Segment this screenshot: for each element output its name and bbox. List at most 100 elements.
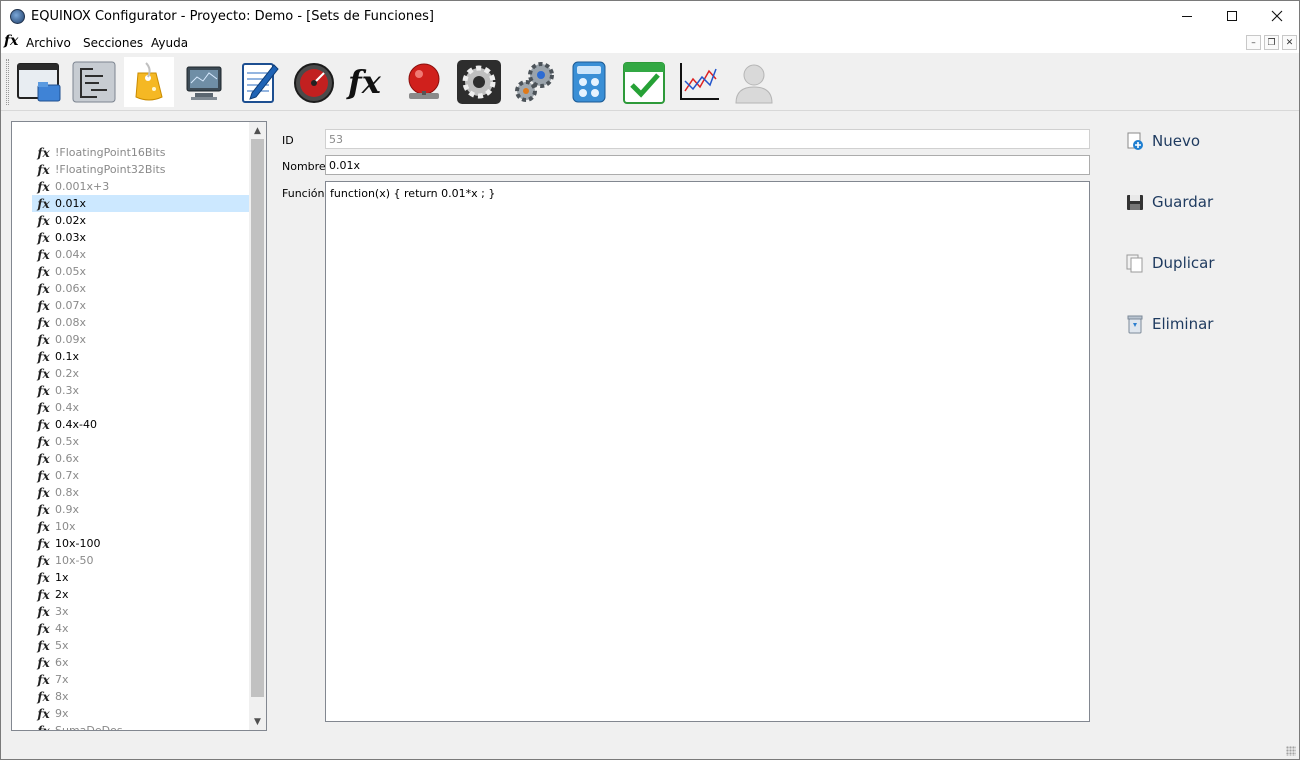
list-item-label: 10x-100: [55, 537, 101, 550]
minimize-button[interactable]: [1164, 1, 1210, 31]
list-item[interactable]: fx 0.8x: [32, 484, 249, 501]
list-item[interactable]: fx 0.08x: [32, 314, 249, 331]
list-item[interactable]: fx 0.02x: [32, 212, 249, 229]
list-item[interactable]: fx 0.3x: [32, 382, 249, 399]
list-item[interactable]: fx 0.06x: [32, 280, 249, 297]
list-item[interactable]: fx 0.4x-40: [32, 416, 249, 433]
id-field: 53: [325, 129, 1090, 149]
toolbar-button-gears[interactable]: [509, 57, 559, 107]
list-item[interactable]: fx 0.9x: [32, 501, 249, 518]
list-item[interactable]: fx 7x: [32, 671, 249, 688]
toolbar-button-tags[interactable]: [124, 57, 174, 107]
list-item[interactable]: fx 10x: [32, 518, 249, 535]
fx-icon: fx: [37, 281, 50, 296]
list-item[interactable]: fx 0.5x: [32, 433, 249, 450]
list-item[interactable]: fx 0.4x: [32, 399, 249, 416]
list-item[interactable]: fx 10x-50: [32, 552, 249, 569]
list-item[interactable]: fx 0.03x: [32, 229, 249, 246]
list-item[interactable]: fx 0.1x: [32, 348, 249, 365]
functions-list: fx !FloatingPoint16Bits fx !FloatingPoint32…: [32, 144, 249, 731]
list-item[interactable]: fx SumaDeDos: [32, 722, 249, 731]
fx-icon: fx: [37, 230, 50, 245]
list-item-label: 0.09x: [55, 333, 87, 346]
list-item[interactable]: fx 3x: [32, 603, 249, 620]
list-scrollbar[interactable]: ▲ ▼: [249, 122, 266, 730]
list-item[interactable]: fx 8x: [32, 688, 249, 705]
list-item[interactable]: fx 10x-100: [32, 535, 249, 552]
list-item[interactable]: fx 9x: [32, 705, 249, 722]
menu-ayuda[interactable]: Ayuda: [151, 36, 188, 50]
monitor-icon: [186, 66, 222, 100]
toolbar-button-gauge[interactable]: [289, 57, 339, 107]
toolbar-button-alarms[interactable]: [399, 57, 449, 107]
save-button[interactable]: Guardar: [1125, 189, 1213, 215]
resize-grip[interactable]: [1286, 746, 1296, 756]
list-item-label: 0.9x: [55, 503, 80, 516]
list-item[interactable]: fx 4x: [32, 620, 249, 637]
list-item-label: 0.1x: [55, 350, 80, 363]
function-code-editor[interactable]: function(x) { return 0.01*x ; }: [325, 181, 1090, 722]
duplicate-button-label: Duplicar: [1152, 254, 1215, 272]
gears-icon: [515, 62, 554, 102]
list-item[interactable]: fx 6x: [32, 654, 249, 671]
fx-icon: fx: [37, 417, 50, 432]
child-close-button[interactable]: ✕: [1282, 35, 1297, 50]
list-item[interactable]: fx !FloatingPoint32Bits: [32, 161, 249, 178]
menu-secciones[interactable]: Secciones: [83, 36, 143, 50]
list-item[interactable]: fx 1x: [32, 569, 249, 586]
list-item[interactable]: fx !FloatingPoint16Bits: [32, 144, 249, 161]
toolbar-button-users[interactable]: [729, 57, 779, 107]
fx-icon: fx: [37, 604, 50, 619]
price-tag-icon: [135, 62, 163, 101]
list-item-label: 1x: [55, 571, 69, 584]
fx-icon: fx: [37, 179, 50, 194]
list-item-label: 0.6x: [55, 452, 80, 465]
fx-icon: fx: [37, 672, 50, 687]
fx-icon: fx: [37, 587, 50, 602]
list-item[interactable]: fx 0.07x: [32, 297, 249, 314]
notepad-pen-icon: [242, 63, 279, 103]
name-field[interactable]: 0.01x: [325, 155, 1090, 175]
menu-archivo[interactable]: Archivo: [26, 36, 71, 50]
title-bar[interactable]: EQUINOX Configurator - Proyecto: Demo - …: [1, 1, 1299, 33]
child-restore-button[interactable]: ❐: [1264, 35, 1279, 50]
list-item[interactable]: fx 0.001x+3: [32, 178, 249, 195]
list-item[interactable]: fx 0.09x: [32, 331, 249, 348]
list-item[interactable]: fx 0.01x: [32, 195, 249, 212]
name-label: Nombre: [282, 160, 326, 173]
child-minimize-button[interactable]: –: [1246, 35, 1261, 50]
new-document-icon: [1127, 132, 1143, 150]
calendar-check-icon: [623, 62, 665, 104]
scroll-up-icon[interactable]: ▲: [249, 122, 266, 139]
fx-icon: fx: [37, 689, 50, 704]
toolbar-button-windows[interactable]: [14, 57, 64, 107]
toolbar-button-calendar[interactable]: [619, 57, 669, 107]
new-button[interactable]: Nuevo: [1125, 128, 1200, 154]
toolbar-button-settings[interactable]: [454, 57, 504, 107]
fx-icon: fx: [37, 451, 50, 466]
new-button-label: Nuevo: [1152, 132, 1201, 150]
list-item[interactable]: fx 0.05x: [32, 263, 249, 280]
list-item[interactable]: fx 0.04x: [32, 246, 249, 263]
list-item-label: 0.8x: [55, 486, 80, 499]
fx-icon: fx: [37, 400, 50, 415]
list-item[interactable]: fx 2x: [32, 586, 249, 603]
scroll-down-icon[interactable]: ▼: [249, 713, 266, 730]
fx-icon: fx: [346, 63, 382, 101]
delete-button[interactable]: Eliminar: [1125, 311, 1213, 337]
close-button[interactable]: [1254, 1, 1300, 31]
toolbar-button-calculator[interactable]: [564, 57, 614, 107]
toolbar-grip[interactable]: [6, 59, 9, 105]
toolbar-button-tree[interactable]: [69, 57, 119, 107]
toolbar-button-monitor[interactable]: [179, 57, 229, 107]
list-item[interactable]: fx 0.7x: [32, 467, 249, 484]
list-item[interactable]: fx 5x: [32, 637, 249, 654]
scrollbar-thumb[interactable]: [251, 139, 264, 697]
toolbar-button-functions[interactable]: fx: [344, 57, 394, 107]
duplicate-button[interactable]: Duplicar: [1125, 250, 1215, 276]
toolbar-button-notepad[interactable]: [234, 57, 284, 107]
list-item[interactable]: fx 0.6x: [32, 450, 249, 467]
toolbar-button-chart[interactable]: [674, 57, 724, 107]
list-item[interactable]: fx 0.2x: [32, 365, 249, 382]
maximize-button[interactable]: [1209, 1, 1255, 31]
